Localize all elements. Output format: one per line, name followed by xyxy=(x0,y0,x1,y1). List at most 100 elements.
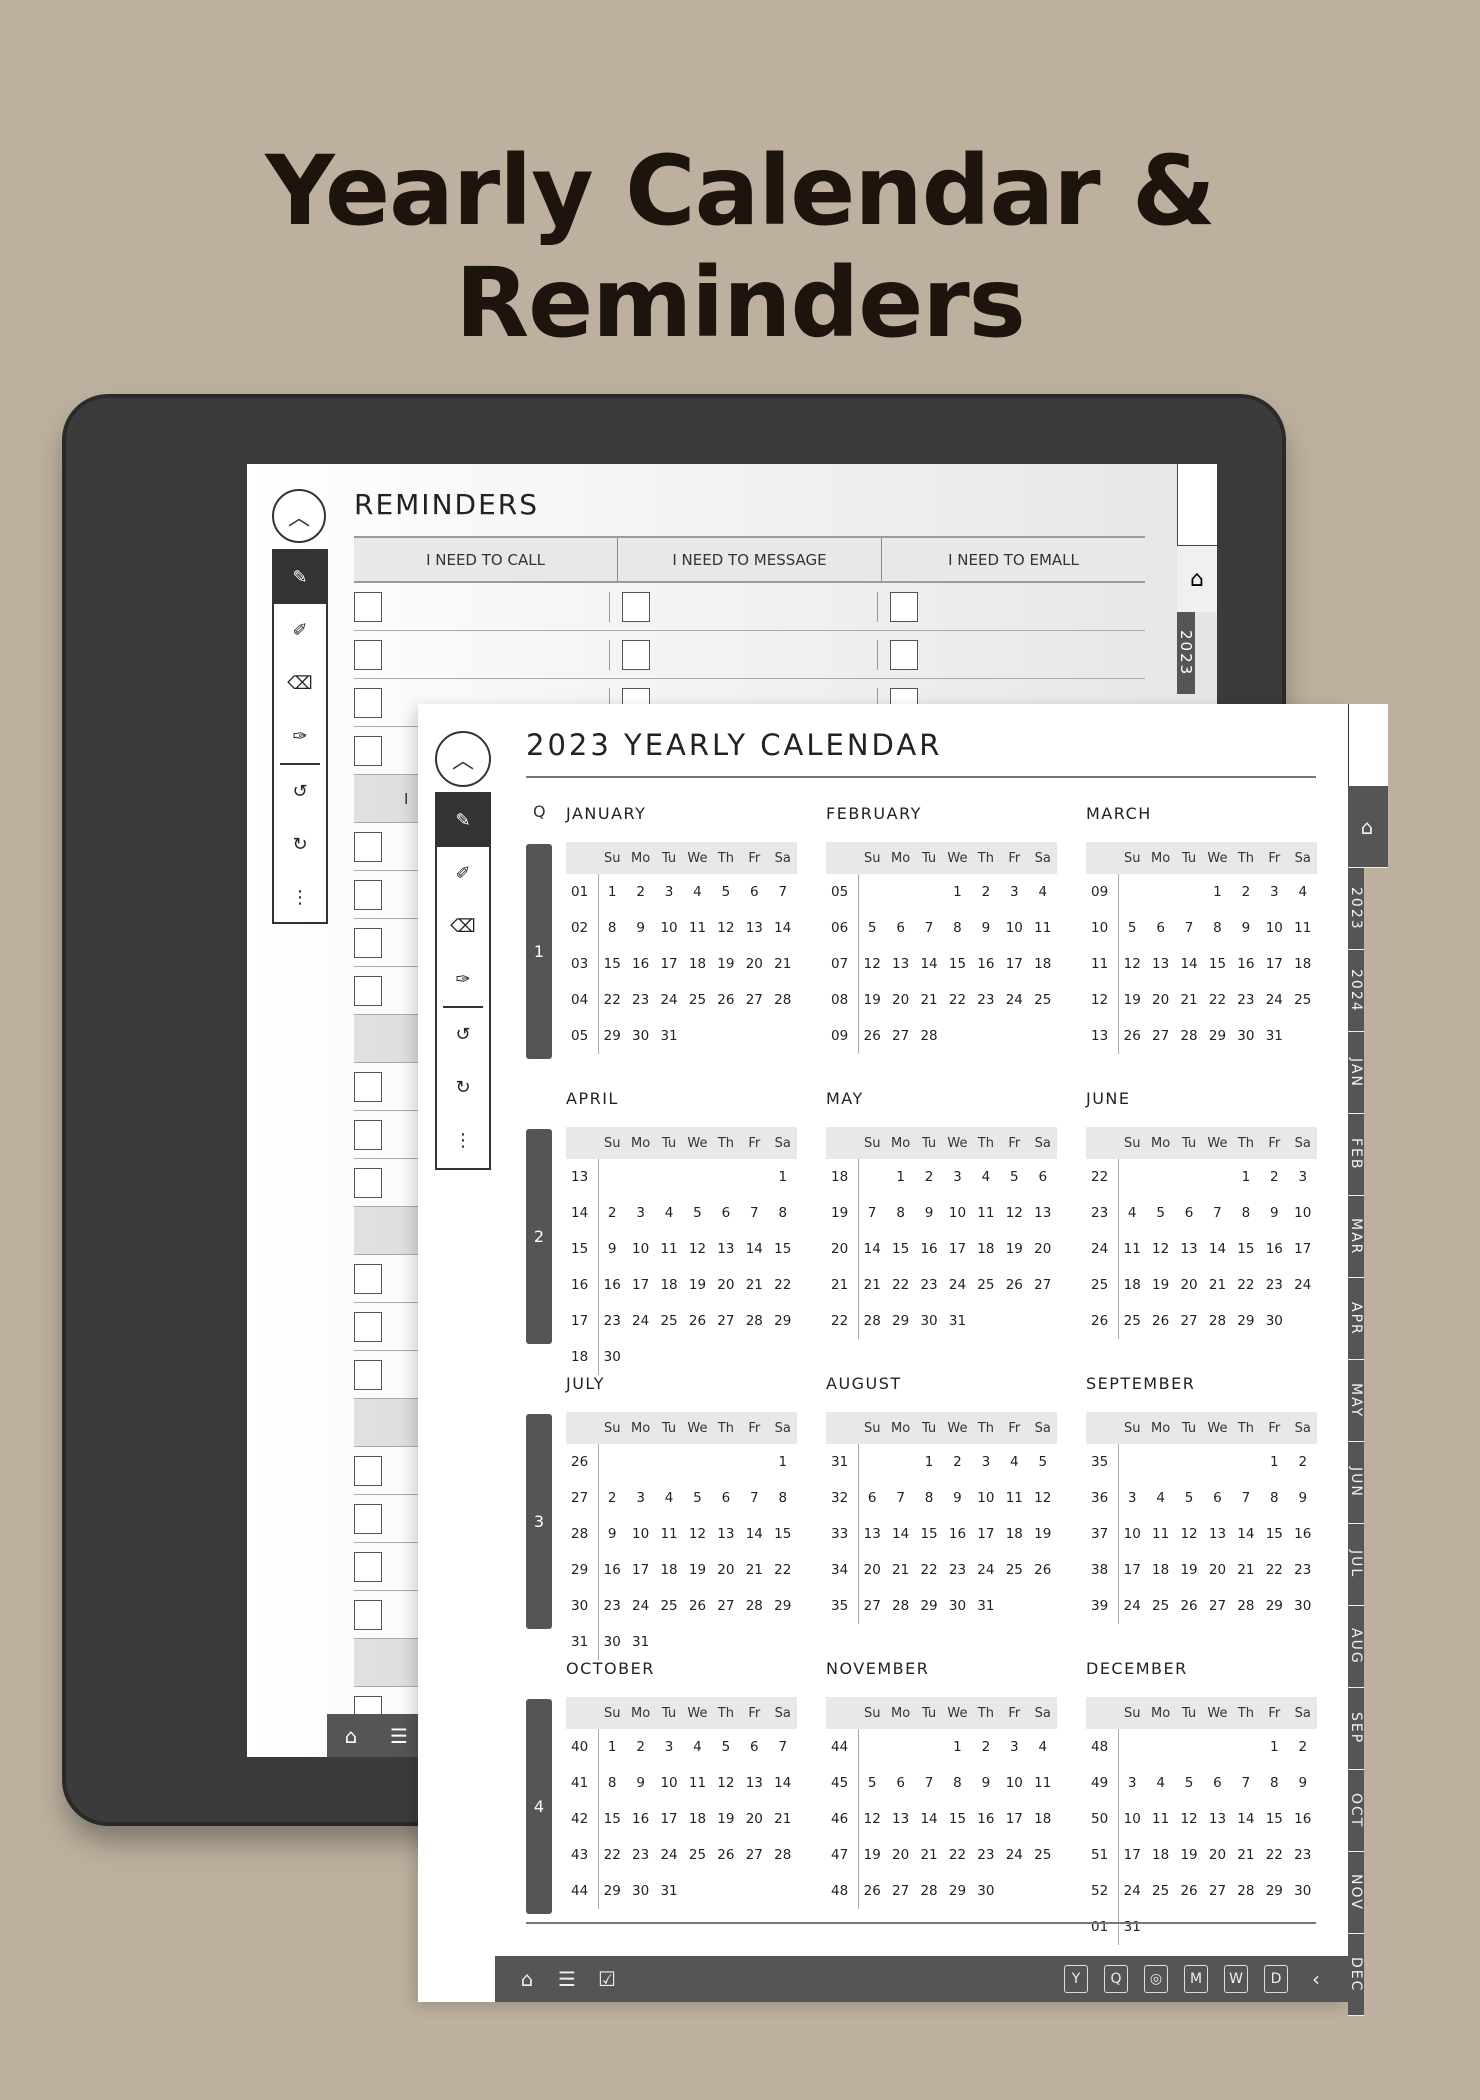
day-cell[interactable]: 23 xyxy=(598,1598,626,1614)
day-cell[interactable]: 17 xyxy=(655,956,683,972)
day-cell[interactable]: 20 xyxy=(1203,1847,1231,1863)
week-number[interactable]: 34 xyxy=(826,1562,858,1578)
day-cell[interactable]: 4 xyxy=(655,1490,683,1506)
day-cell[interactable]: 28 xyxy=(1175,1028,1203,1044)
reminder-checkbox[interactable] xyxy=(890,639,918,670)
day-cell[interactable]: 11 xyxy=(1146,1811,1174,1827)
day-cell[interactable]: 5 xyxy=(683,1205,711,1221)
day-cell[interactable]: 15 xyxy=(886,1241,914,1257)
day-cell[interactable]: 7 xyxy=(769,1739,797,1755)
day-cell[interactable]: 2 xyxy=(1232,884,1260,900)
day-cell[interactable]: 1 xyxy=(1232,1169,1260,1185)
day-cell[interactable]: 27 xyxy=(858,1598,886,1614)
day-cell[interactable]: 13 xyxy=(1029,1205,1057,1221)
day-cell[interactable]: 26 xyxy=(1175,1598,1203,1614)
day-cell[interactable]: 14 xyxy=(858,1241,886,1257)
week-number[interactable]: 12 xyxy=(1086,992,1118,1008)
day-cell[interactable]: 25 xyxy=(1000,1562,1028,1578)
day-cell[interactable]: 14 xyxy=(915,956,943,972)
day-cell[interactable]: 24 xyxy=(1289,1277,1317,1293)
day-cell[interactable]: 29 xyxy=(886,1313,914,1329)
day-cell[interactable]: 24 xyxy=(972,1562,1000,1578)
day-cell[interactable]: 14 xyxy=(1232,1526,1260,1542)
day-cell[interactable]: 12 xyxy=(1000,1205,1028,1221)
reminder-checkbox[interactable] xyxy=(354,591,382,622)
day-cell[interactable]: 5 xyxy=(1118,920,1146,936)
day-cell[interactable]: 15 xyxy=(769,1526,797,1542)
day-cell[interactable]: 10 xyxy=(972,1490,1000,1506)
day-cell[interactable]: 11 xyxy=(1029,920,1057,936)
day-cell[interactable]: 18 xyxy=(1029,956,1057,972)
day-cell[interactable]: 15 xyxy=(915,1526,943,1542)
day-cell[interactable]: 29 xyxy=(598,1883,626,1899)
day-cell[interactable]: 9 xyxy=(626,920,654,936)
day-cell[interactable]: 12 xyxy=(858,1811,886,1827)
day-cell[interactable]: 29 xyxy=(1260,1883,1288,1899)
day-cell[interactable]: 26 xyxy=(1175,1883,1203,1899)
week-number[interactable]: 14 xyxy=(566,1205,598,1221)
day-cell[interactable]: 25 xyxy=(1146,1883,1174,1899)
day-cell[interactable]: 9 xyxy=(1232,920,1260,936)
day-cell[interactable]: 10 xyxy=(1118,1526,1146,1542)
eraser-tool-button[interactable]: ⌫ xyxy=(437,900,489,953)
back-button[interactable]: ‹ xyxy=(1296,1959,1336,1999)
day-cell[interactable]: 26 xyxy=(1000,1277,1028,1293)
day-cell[interactable]: 28 xyxy=(915,1028,943,1044)
week-number[interactable]: 15 xyxy=(566,1241,598,1257)
day-cell[interactable]: 28 xyxy=(740,1598,768,1614)
tab-apr[interactable]: APR xyxy=(1348,1278,1364,1360)
day-cell[interactable]: 10 xyxy=(1260,920,1288,936)
collapse-toolbar-button[interactable]: ︿ xyxy=(272,489,326,543)
day-cell[interactable]: 8 xyxy=(598,1775,626,1791)
day-cell[interactable]: 4 xyxy=(655,1205,683,1221)
reminder-checkbox[interactable] xyxy=(354,1455,382,1486)
day-cell[interactable]: 13 xyxy=(886,1811,914,1827)
day-cell[interactable]: 16 xyxy=(626,956,654,972)
week-number[interactable]: 05 xyxy=(566,1028,598,1044)
day-cell[interactable]: 24 xyxy=(1000,1847,1028,1863)
pen-tool-button[interactable]: ✎ xyxy=(274,551,326,604)
day-cell[interactable]: 22 xyxy=(943,992,971,1008)
tab-nov[interactable]: NOV xyxy=(1348,1852,1364,1934)
day-cell[interactable]: 4 xyxy=(1000,1454,1028,1470)
day-cell[interactable]: 15 xyxy=(943,956,971,972)
reminder-checkbox[interactable] xyxy=(354,1551,382,1582)
tab-feb[interactable]: FEB xyxy=(1348,1114,1364,1196)
day-cell[interactable]: 9 xyxy=(598,1241,626,1257)
day-cell[interactable]: 13 xyxy=(712,1241,740,1257)
day-cell[interactable]: 22 xyxy=(598,1847,626,1863)
day-cell[interactable]: 5 xyxy=(1175,1775,1203,1791)
day-cell[interactable]: 21 xyxy=(915,992,943,1008)
day-cell[interactable]: 8 xyxy=(1260,1775,1288,1791)
day-cell[interactable]: 8 xyxy=(886,1205,914,1221)
tab-mar[interactable]: MAR xyxy=(1348,1196,1364,1278)
day-cell[interactable]: 31 xyxy=(626,1634,654,1650)
day-cell[interactable]: 3 xyxy=(1118,1490,1146,1506)
day-cell[interactable]: 16 xyxy=(972,956,1000,972)
month-name[interactable]: OCTOBER xyxy=(566,1657,797,1697)
day-cell[interactable]: 23 xyxy=(972,992,1000,1008)
day-cell[interactable]: 1 xyxy=(886,1169,914,1185)
day-cell[interactable]: 27 xyxy=(1146,1028,1174,1044)
tab-jan[interactable]: JAN xyxy=(1348,1032,1364,1114)
day-cell[interactable]: 13 xyxy=(886,956,914,972)
day-cell[interactable]: 6 xyxy=(1146,920,1174,936)
day-cell[interactable]: 25 xyxy=(1118,1313,1146,1329)
day-cell[interactable]: 11 xyxy=(1289,920,1317,936)
day-cell[interactable]: 13 xyxy=(712,1526,740,1542)
day-cell[interactable]: 10 xyxy=(1000,920,1028,936)
week-number[interactable]: 02 xyxy=(566,920,598,936)
day-cell[interactable]: 1 xyxy=(943,884,971,900)
month-name[interactable]: FEBRUARY xyxy=(826,802,1057,842)
week-number[interactable]: 50 xyxy=(1086,1811,1118,1827)
day-cell[interactable]: 2 xyxy=(626,1739,654,1755)
day-cell[interactable]: 24 xyxy=(1260,992,1288,1008)
day-cell[interactable]: 27 xyxy=(740,992,768,1008)
day-cell[interactable]: 9 xyxy=(915,1205,943,1221)
week-number[interactable]: 47 xyxy=(826,1847,858,1863)
day-cell[interactable]: 29 xyxy=(1232,1313,1260,1329)
month-view-button[interactable]: M xyxy=(1176,1959,1216,1999)
day-cell[interactable]: 21 xyxy=(1232,1562,1260,1578)
day-cell[interactable]: 29 xyxy=(1260,1598,1288,1614)
day-cell[interactable]: 23 xyxy=(915,1277,943,1293)
